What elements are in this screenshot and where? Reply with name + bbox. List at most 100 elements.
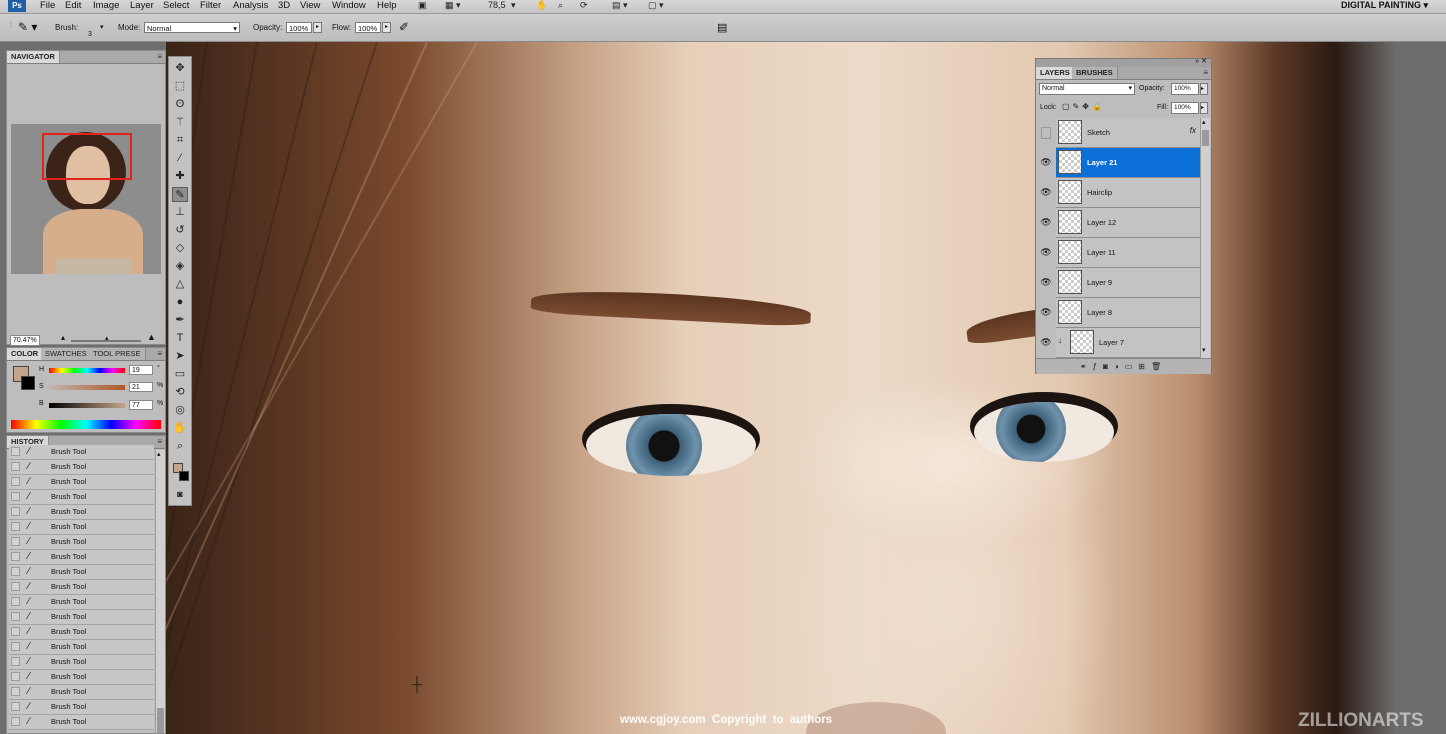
magic-wand-tool-icon[interactable]: ⚚ [172,115,188,130]
layer-row[interactable]: Layer 9 [1056,268,1200,298]
layer-opacity-field[interactable]: 100% [1171,83,1199,95]
view-extras-icon[interactable]: ▦ ▾ [445,0,461,11]
menu-filter[interactable]: Filter [200,0,221,11]
shape-tool-icon[interactable]: ▭ [172,367,188,382]
layer-row[interactable]: Hairclip [1056,178,1200,208]
layer-row[interactable]: Sketch fx [1056,118,1200,148]
layers-scroll-up-icon[interactable]: ▴ [1202,118,1206,126]
path-selection-tool-icon[interactable]: ➤ [172,349,188,364]
history-snapshot-checkbox[interactable] [11,552,20,561]
type-tool-icon[interactable]: T [172,331,188,346]
history-snapshot-checkbox[interactable] [11,537,20,546]
opacity-slider-arrow-icon[interactable]: ▸ [313,22,322,33]
layer-name[interactable]: Layer 7 [1099,328,1124,357]
layer-row[interactable]: Layer 21 [1056,148,1200,178]
zoom-in-icon[interactable]: ▲ [147,332,156,342]
layer-thumbnail[interactable] [1058,240,1082,264]
history-item[interactable]: ⁄ Brush Tool [9,595,154,610]
screen-mode-icon[interactable]: ▢ ▾ [648,0,664,11]
layer-thumbnail[interactable] [1058,180,1082,204]
history-item[interactable]: ⁄ Brush Tool [9,715,154,730]
zoom-slider-thumb-icon[interactable]: ▴ [105,334,109,342]
quick-mask-icon[interactable]: ◙ [172,487,188,502]
scroll-up-icon[interactable]: ▴ [157,450,161,458]
history-snapshot-checkbox[interactable] [11,597,20,606]
zoom-out-icon[interactable]: ▴ [61,333,65,342]
layer-name[interactable]: Layer 12 [1087,208,1116,237]
history-item[interactable]: ⁄ Brush Tool [9,445,154,460]
layer-name[interactable]: Layer 8 [1087,298,1112,327]
history-snapshot-checkbox[interactable] [11,612,20,621]
layer-thumbnail[interactable] [1058,150,1082,174]
layer-row[interactable]: Layer 7 ↓ [1056,328,1200,358]
brush-picker-arrow-icon[interactable]: ▾ [100,23,104,31]
layer-name[interactable]: Layer 9 [1087,268,1112,297]
tab-tool-presets[interactable]: TOOL PRESE [89,348,146,360]
flow-field[interactable]: 100% [355,22,381,33]
history-snapshot-checkbox[interactable] [11,687,20,696]
history-snapshot-checkbox[interactable] [11,702,20,711]
airbrush-icon[interactable]: ✐ [399,20,409,34]
document-canvas[interactable]: ┼ www.cgjoy.com Copyright to authors ZIL… [166,42,1446,734]
tab-brushes[interactable]: BRUSHES [1072,67,1118,79]
history-snapshot-checkbox[interactable] [11,717,20,726]
brush-panel-toggle-icon[interactable]: ▤ [717,21,727,34]
eyedropper-tool-icon[interactable]: ⁄ [172,151,188,166]
layer-row[interactable]: Layer 11 [1056,238,1200,268]
tab-swatches[interactable]: SWATCHES [41,348,92,360]
fill-field[interactable]: 100% [1171,102,1199,114]
move-tool-icon[interactable]: ✥ [172,61,188,76]
layer-name[interactable]: Layer 11 [1087,238,1116,267]
new-group-icon[interactable]: ▭ [1125,362,1139,371]
layer-name[interactable]: Sketch [1087,118,1110,147]
eraser-tool-icon[interactable]: ◇ [172,241,188,256]
zoom-level[interactable]: 78,5 [488,0,506,11]
visibility-eye-icon[interactable]: 👁 [1038,178,1054,207]
layer-thumbnail[interactable] [1058,300,1082,324]
brush-tool-icon[interactable]: ✎ [172,187,188,202]
visibility-eye-icon[interactable]: 👁 [1038,208,1054,237]
panel-menu-icon[interactable]: ≡ [157,437,162,446]
visibility-eye-icon[interactable]: 👁 [1038,328,1054,357]
brush-tool-preset-icon[interactable]: ✎ ▾ [18,20,37,34]
panel-menu-icon[interactable]: ≡ [1203,68,1208,77]
history-snapshot-checkbox[interactable] [11,447,20,456]
3d-orbit-tool-icon[interactable]: ◎ [172,403,188,418]
zoom-tool-icon[interactable]: ⌕ [558,0,563,11]
layers-scroll-thumb[interactable] [1202,130,1209,146]
adjustment-layer-icon[interactable]: ◑ [1114,362,1125,371]
history-snapshot-checkbox[interactable] [11,627,20,636]
tab-layers[interactable]: LAYERS [1036,67,1075,79]
3d-rotate-tool-icon[interactable]: ⟲ [172,385,188,400]
visibility-eye-icon[interactable]: 👁 [1038,298,1054,327]
menu-view[interactable]: View [300,0,320,11]
fx-icon[interactable]: ƒ [1093,362,1103,371]
rotate-view-icon[interactable]: ⟳ [580,0,588,11]
healing-brush-tool-icon[interactable]: ✚ [172,169,188,184]
history-item[interactable]: ⁄ Brush Tool [9,640,154,655]
tab-color[interactable]: COLOR [7,348,44,360]
saturation-slider[interactable] [49,385,125,390]
hand-tool-icon[interactable]: ✋ [536,0,547,11]
history-snapshot-checkbox[interactable] [11,462,20,471]
delete-layer-icon[interactable]: 🗑 [1151,362,1167,371]
history-snapshot-checkbox[interactable] [11,522,20,531]
saturation-value[interactable]: 21 [129,382,153,392]
hue-value[interactable]: 19 [129,365,153,375]
zoom-dropdown-icon[interactable]: ▾ [511,0,516,11]
background-color-swatch[interactable] [21,376,35,390]
layer-row[interactable]: Layer 8 [1056,298,1200,328]
layers-scroll-down-icon[interactable]: ▾ [1202,346,1206,354]
panel-menu-icon[interactable]: ≡ [157,349,162,358]
history-item[interactable]: ⁄ Brush Tool [9,670,154,685]
tab-navigator[interactable]: NAVIGATOR [7,51,60,63]
layer-thumbnail[interactable] [1058,120,1082,144]
hue-slider[interactable] [49,368,125,373]
navigator-view-box[interactable] [42,133,132,180]
history-item[interactable]: ⁄ Brush Tool [9,700,154,715]
history-item[interactable]: ⁄ Brush Tool [9,685,154,700]
history-snapshot-checkbox[interactable] [11,507,20,516]
link-layers-icon[interactable]: ⚭ [1080,362,1093,371]
history-item[interactable]: ⁄ Brush Tool [9,490,154,505]
history-scrollbar[interactable]: ▴ [155,450,165,733]
